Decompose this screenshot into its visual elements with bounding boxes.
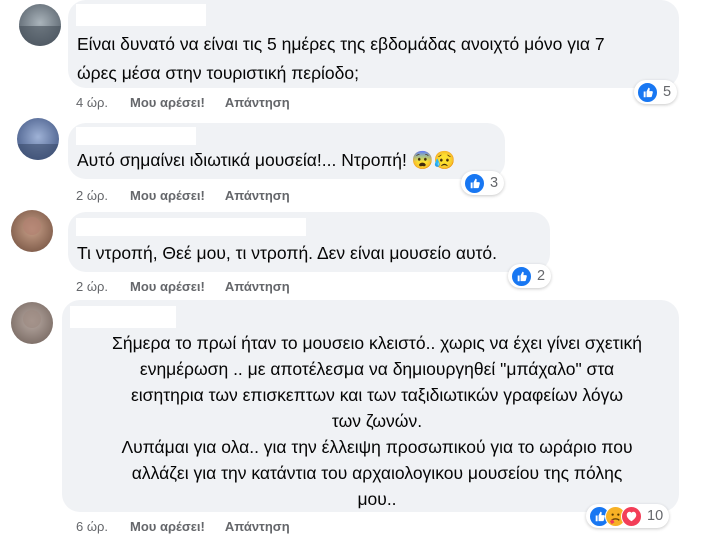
thumbs-up-icon bbox=[464, 172, 485, 194]
heart-icon bbox=[621, 505, 642, 527]
reply-button[interactable]: Απάντηση bbox=[225, 188, 290, 203]
reaction-summary[interactable]: 3 bbox=[461, 171, 505, 195]
redacted-commenter-name[interactable] bbox=[76, 218, 306, 236]
avatar-image bbox=[19, 4, 61, 46]
redacted-commenter-name[interactable] bbox=[76, 127, 196, 145]
comment-timestamp[interactable]: 4 ώρ. bbox=[76, 95, 108, 110]
avatar-image bbox=[11, 302, 53, 344]
reaction-summary[interactable]: 10 bbox=[586, 504, 670, 528]
reply-button[interactable]: Απάντηση bbox=[225, 279, 290, 294]
redacted-commenter-name[interactable] bbox=[70, 306, 176, 328]
reaction-count: 3 bbox=[490, 175, 499, 191]
commenter-avatar[interactable] bbox=[11, 302, 53, 344]
commenter-avatar[interactable] bbox=[19, 4, 61, 46]
avatar-image bbox=[17, 118, 59, 160]
comment-actions: 4 ώρ. Μου αρέσει! Απάντηση bbox=[76, 93, 290, 111]
comment-actions: 2 ώρ. Μου αρέσει! Απάντηση bbox=[76, 186, 290, 204]
avatar-image bbox=[11, 210, 53, 252]
reaction-summary[interactable]: 5 bbox=[634, 80, 678, 104]
comment-actions: 2 ώρ. Μου αρέσει! Απάντηση bbox=[76, 277, 290, 295]
comment-timestamp[interactable]: 2 ώρ. bbox=[76, 279, 108, 294]
comment-text: Σήμερα το πρωί ήταν το μουσειο κλειστό..… bbox=[112, 333, 642, 509]
redacted-commenter-name[interactable] bbox=[76, 4, 206, 26]
reaction-summary[interactable]: 2 bbox=[508, 264, 552, 288]
reaction-count: 10 bbox=[647, 508, 664, 524]
like-button[interactable]: Μου αρέσει! bbox=[130, 95, 205, 110]
commenter-avatar[interactable] bbox=[11, 210, 53, 252]
comment-timestamp[interactable]: 2 ώρ. bbox=[76, 188, 108, 203]
reaction-count: 2 bbox=[537, 268, 546, 284]
comment-actions: 6 ώρ. Μου αρέσει! Απάντηση bbox=[76, 517, 290, 535]
comment-text: Τι ντροπή, Θεέ μου, τι ντροπή. Δεν είναι… bbox=[77, 243, 498, 263]
like-button[interactable]: Μου αρέσει! bbox=[130, 279, 205, 294]
commenter-avatar[interactable] bbox=[17, 118, 59, 160]
like-button[interactable]: Μου αρέσει! bbox=[130, 519, 205, 534]
like-button[interactable]: Μου αρέσει! bbox=[130, 188, 205, 203]
comment-text: Αυτό σημαίνει ιδιωτικά μουσεία!... Ντροπ… bbox=[77, 150, 456, 170]
reply-button[interactable]: Απάντηση bbox=[225, 519, 290, 534]
reply-button[interactable]: Απάντηση bbox=[225, 95, 290, 110]
thumbs-up-icon bbox=[637, 81, 658, 103]
reaction-count: 5 bbox=[663, 84, 672, 100]
comment-text: Είναι δυνατό να είναι τις 5 ημέρες της ε… bbox=[77, 34, 605, 83]
thumbs-up-icon bbox=[511, 265, 532, 287]
comment-timestamp[interactable]: 6 ώρ. bbox=[76, 519, 108, 534]
